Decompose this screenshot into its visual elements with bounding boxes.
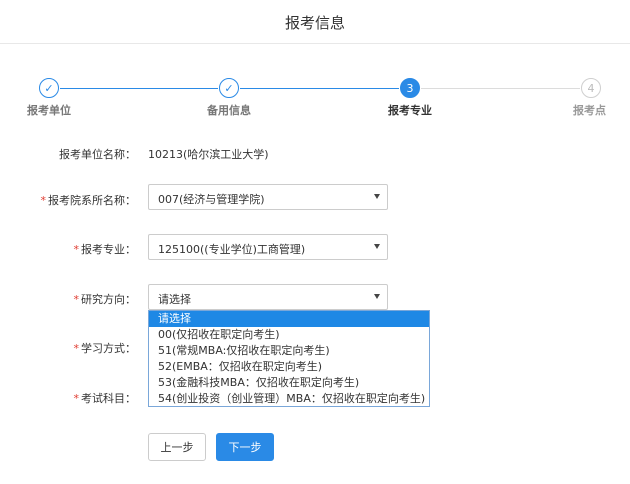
major-select[interactable]: 125100((专业学位)工商管理) (148, 234, 388, 260)
required-mark: * (73, 243, 80, 256)
step-4-label: 报考点 (573, 104, 606, 117)
page-title: 报考信息 (284, 14, 345, 32)
dropdown-option[interactable]: 53(金融科技MBA：仅招收在职定向考生) (149, 375, 429, 391)
department-select[interactable]: 007(经济与管理学院) (148, 184, 388, 210)
dropdown-option[interactable]: 51(常规MBA:仅招收在职定向考生) (149, 343, 429, 359)
caret-down-icon (374, 244, 380, 249)
required-mark: * (73, 342, 80, 355)
dropdown-option[interactable]: 52(EMBA：仅招收在职定向考生) (149, 359, 429, 375)
dropdown-option[interactable]: 00(仅招收在职定向考生) (149, 327, 429, 343)
step-2-check-icon: ✓ (219, 78, 239, 98)
required-mark: * (40, 194, 47, 207)
step-connector-3 (421, 88, 580, 89)
caret-down-icon (374, 294, 380, 299)
unit-name-label: 报考单位名称： (59, 148, 136, 161)
required-mark: * (73, 392, 80, 405)
caret-down-icon (374, 194, 380, 199)
step-3-number: 3 (400, 78, 420, 98)
next-step-button[interactable]: 下一步 (216, 433, 274, 461)
unit-name-value: 10213(哈尔滨工业大学) (148, 148, 269, 161)
step-3-label: 报考专业 (388, 104, 432, 117)
prev-step-button[interactable]: 上一步 (148, 433, 206, 461)
page-header: 报考信息 (0, 0, 630, 44)
step-1-check-icon: ✓ (39, 78, 59, 98)
step-connector-1 (60, 88, 218, 89)
step-connector-2 (240, 88, 399, 89)
direction-select[interactable]: 请选择 (148, 284, 388, 310)
step-4-number: 4 (581, 78, 601, 98)
dropdown-option[interactable]: 请选择 (149, 311, 429, 327)
dropdown-option[interactable]: 54(创业投资（创业管理）MBA：仅招收在职定向考生) (149, 391, 429, 407)
direction-label: * 研究方向： (73, 293, 137, 306)
exam-subject-label: * 考试科目： (73, 392, 137, 405)
department-select-value: 007(经济与管理学院) (158, 193, 265, 206)
required-mark: * (73, 293, 80, 306)
major-label: * 报考专业： (73, 243, 137, 256)
direction-select-value: 请选择 (158, 293, 191, 306)
study-mode-label: * 学习方式： (73, 342, 137, 355)
major-select-value: 125100((专业学位)工商管理) (158, 243, 306, 256)
step-1-label: 报考单位 (27, 104, 71, 117)
step-2-label: 备用信息 (207, 104, 251, 117)
direction-dropdown-list: 请选择 00(仅招收在职定向考生) 51(常规MBA:仅招收在职定向考生) 52… (148, 310, 430, 407)
department-label: * 报考院系所名称： (40, 194, 137, 207)
